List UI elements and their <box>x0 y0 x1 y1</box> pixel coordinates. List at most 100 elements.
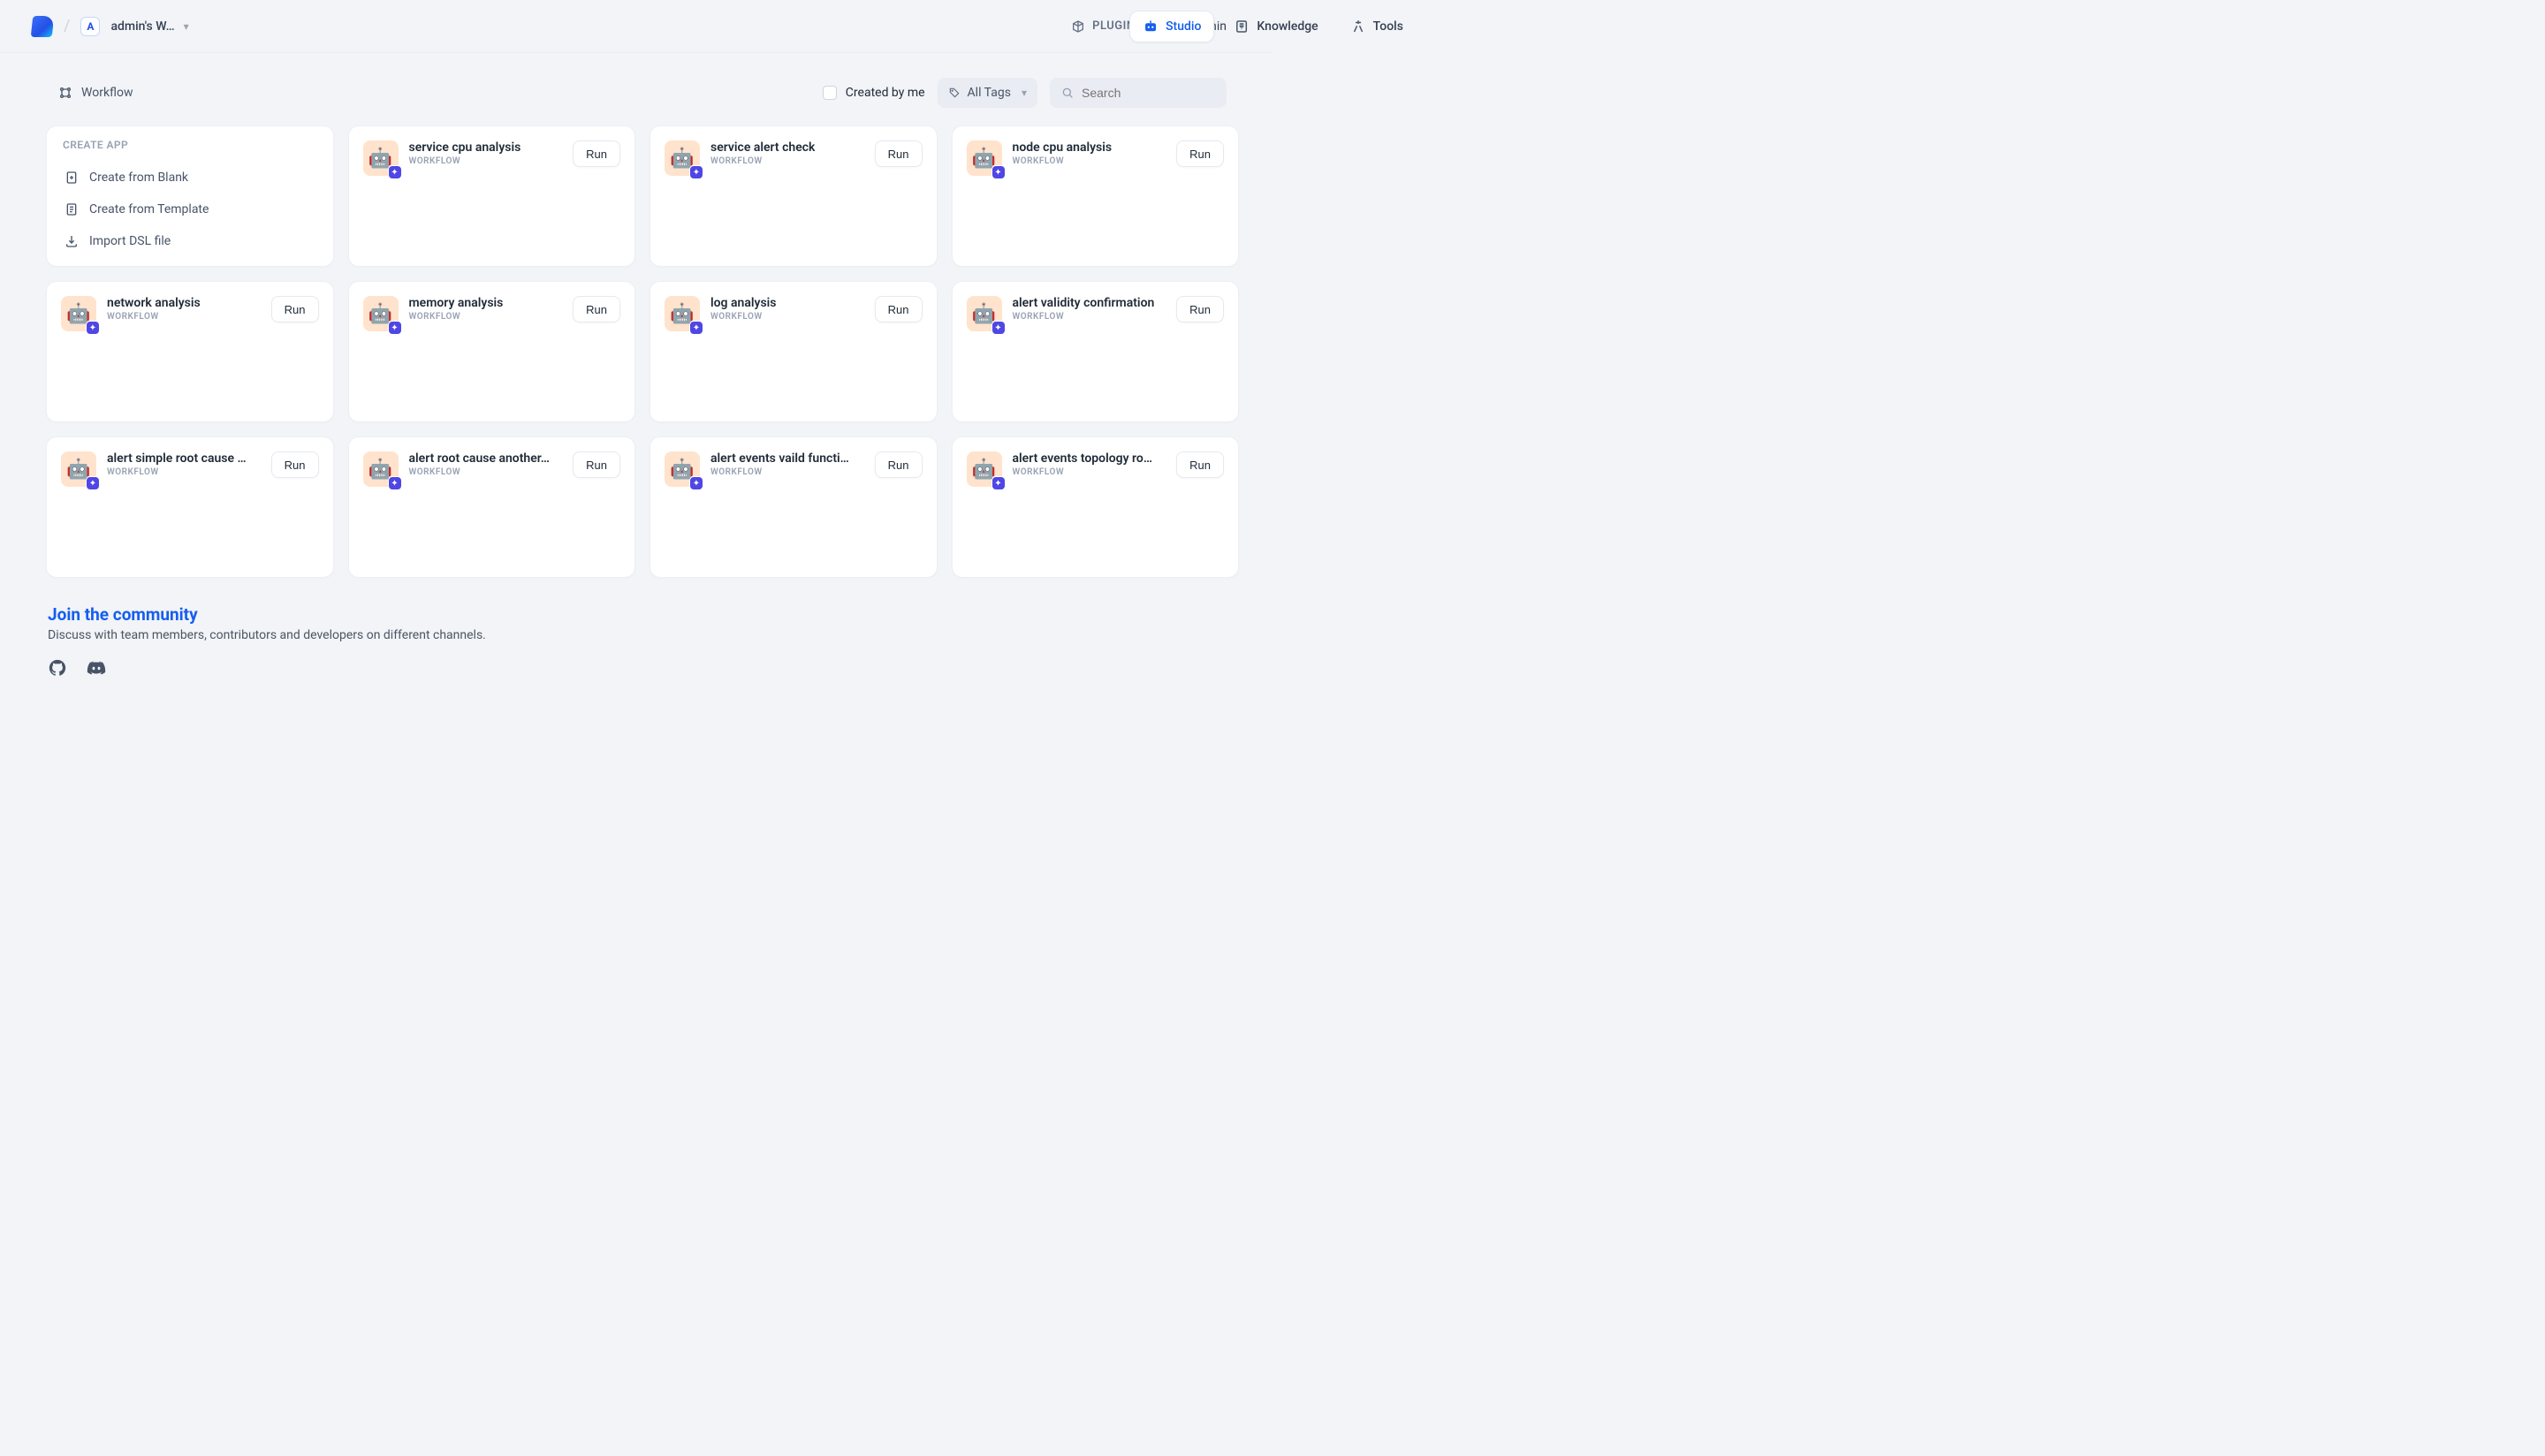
workflow-app-icon: 🤖✦ <box>665 140 700 176</box>
community-title: Join the community <box>48 604 1227 625</box>
workflow-card[interactable]: 🤖✦ memory analysis WORKFLOW Run <box>348 281 636 422</box>
workflow-badge-icon: ✦ <box>388 165 402 179</box>
run-button[interactable]: Run <box>573 451 620 478</box>
workflow-badge-icon: ✦ <box>991 165 1006 179</box>
workflow-title: alert validity confirmation <box>1013 296 1166 310</box>
run-button[interactable]: Run <box>573 296 620 322</box>
nav-studio-label: Studio <box>1166 19 1201 34</box>
community-section: Join the community Discuss with team mem… <box>0 578 1272 679</box>
workflow-type-label: WORKFLOW <box>409 156 563 166</box>
run-button[interactable]: Run <box>875 140 923 167</box>
workflow-badge-icon: ✦ <box>689 321 703 335</box>
workflow-title: alert events topology ro… <box>1013 451 1166 466</box>
workflow-title: alert root cause another… <box>409 451 563 466</box>
workflow-type-label: WORKFLOW <box>1013 312 1166 322</box>
workflow-card[interactable]: 🤖✦ alert events topology ro… WORKFLOW Ru… <box>952 436 1240 578</box>
workflow-type-label: WORKFLOW <box>710 156 864 166</box>
discord-icon[interactable] <box>87 658 108 679</box>
run-button[interactable]: Run <box>1176 140 1224 167</box>
created-by-me-toggle[interactable]: Created by me <box>823 86 925 100</box>
workflow-type-label: WORKFLOW <box>1013 156 1166 166</box>
workflow-badge-icon: ✦ <box>388 476 402 490</box>
workflow-badge-icon: ✦ <box>991 476 1006 490</box>
nav-knowledge[interactable]: Knowledge <box>1221 11 1330 42</box>
workflow-title: log analysis <box>710 296 864 310</box>
workflow-app-icon: 🤖✦ <box>61 451 96 487</box>
workflow-app-icon: 🤖✦ <box>61 296 96 331</box>
tags-filter-label: All Tags <box>968 86 1011 100</box>
run-button[interactable]: Run <box>573 140 620 167</box>
workflow-grid: CREATE APP Create from Blank Create from… <box>0 108 1272 578</box>
nav-knowledge-label: Knowledge <box>1257 19 1318 34</box>
workflow-app-icon: 🤖✦ <box>665 451 700 487</box>
workflow-card[interactable]: 🤖✦ network analysis WORKFLOW Run <box>46 281 334 422</box>
app-logo[interactable] <box>31 16 55 37</box>
filter-bar: Created by me All Tags ▾ <box>823 78 1227 108</box>
workflow-title: alert simple root cause … <box>107 451 261 466</box>
main-nav: Studio Knowledge Tools <box>1129 11 1416 42</box>
file-plus-icon <box>65 171 79 185</box>
workflow-card[interactable]: 🤖✦ alert events vaild functi… WORKFLOW R… <box>650 436 938 578</box>
workflow-card[interactable]: 🤖✦ service alert check WORKFLOW Run <box>650 125 938 267</box>
workflow-card[interactable]: 🤖✦ alert validity confirmation WORKFLOW … <box>952 281 1240 422</box>
run-button[interactable]: Run <box>271 451 319 478</box>
hammer-icon <box>1350 19 1366 34</box>
workflow-app-icon: 🤖✦ <box>363 140 399 176</box>
github-icon[interactable] <box>48 658 69 679</box>
cube-icon <box>1071 19 1085 34</box>
workspace-switcher[interactable]: admin's W… ▾ <box>110 19 188 34</box>
run-button[interactable]: Run <box>875 296 923 322</box>
workflow-badge-icon: ✦ <box>86 321 100 335</box>
tags-filter[interactable]: All Tags ▾ <box>938 78 1037 108</box>
top-header: / A admin's W… ▾ Studio Knowledge Tools <box>0 0 1272 53</box>
nav-studio[interactable]: Studio <box>1129 11 1214 42</box>
import-dsl-file[interactable]: Import DSL file <box>61 225 319 257</box>
workflow-type-label: WORKFLOW <box>107 467 261 477</box>
robot-icon <box>1143 19 1159 34</box>
search-box[interactable] <box>1050 78 1227 108</box>
nav-tools[interactable]: Tools <box>1338 11 1416 42</box>
workflow-title: node cpu analysis <box>1013 140 1166 155</box>
breadcrumb-slash: / <box>64 17 70 35</box>
section-label: Workflow <box>81 86 133 100</box>
workflow-badge-icon: ✦ <box>991 321 1006 335</box>
workflow-card[interactable]: 🤖✦ node cpu analysis WORKFLOW Run <box>952 125 1240 267</box>
workflow-card[interactable]: 🤖✦ alert simple root cause … WORKFLOW Ru… <box>46 436 334 578</box>
run-button[interactable]: Run <box>1176 451 1224 478</box>
workflow-title: memory analysis <box>409 296 563 310</box>
run-button[interactable]: Run <box>875 451 923 478</box>
run-button[interactable]: Run <box>271 296 319 322</box>
workflow-card[interactable]: 🤖✦ alert root cause another… WORKFLOW Ru… <box>348 436 636 578</box>
workflow-type-label: WORKFLOW <box>710 467 864 477</box>
workflow-app-icon: 🤖✦ <box>363 451 399 487</box>
search-input[interactable] <box>1082 86 1216 100</box>
run-button[interactable]: Run <box>1176 296 1224 322</box>
workflow-app-icon: 🤖✦ <box>967 296 1002 331</box>
workflow-title: alert events vaild functi… <box>710 451 864 466</box>
workspace-name: admin's W… <box>110 19 174 34</box>
chevron-down-icon: ▾ <box>1022 87 1027 99</box>
workflow-badge-icon: ✦ <box>86 476 100 490</box>
workspace-avatar: A <box>80 17 100 36</box>
workflow-card[interactable]: 🤖✦ service cpu analysis WORKFLOW Run <box>348 125 636 267</box>
workflow-title: network analysis <box>107 296 261 310</box>
created-by-me-label: Created by me <box>846 86 925 100</box>
workflow-type-label: WORKFLOW <box>409 467 563 477</box>
search-icon <box>1060 86 1075 100</box>
workflow-app-icon: 🤖✦ <box>967 451 1002 487</box>
workflow-badge-icon: ✦ <box>388 321 402 335</box>
nav-tools-label: Tools <box>1373 19 1403 34</box>
template-icon <box>65 202 79 216</box>
create-from-template[interactable]: Create from Template <box>61 193 319 225</box>
section-indicator: Workflow <box>58 86 133 100</box>
workflow-app-icon: 🤖✦ <box>967 140 1002 176</box>
create-from-blank[interactable]: Create from Blank <box>61 162 319 193</box>
create-from-template-label: Create from Template <box>89 202 209 216</box>
workflow-type-label: WORKFLOW <box>1013 467 1166 477</box>
workflow-type-label: WORKFLOW <box>710 312 864 322</box>
import-icon <box>65 234 79 248</box>
workflow-title: service alert check <box>710 140 864 155</box>
workflow-card[interactable]: 🤖✦ log analysis WORKFLOW Run <box>650 281 938 422</box>
community-subtitle: Discuss with team members, contributors … <box>48 628 1227 642</box>
create-from-blank-label: Create from Blank <box>89 171 188 185</box>
